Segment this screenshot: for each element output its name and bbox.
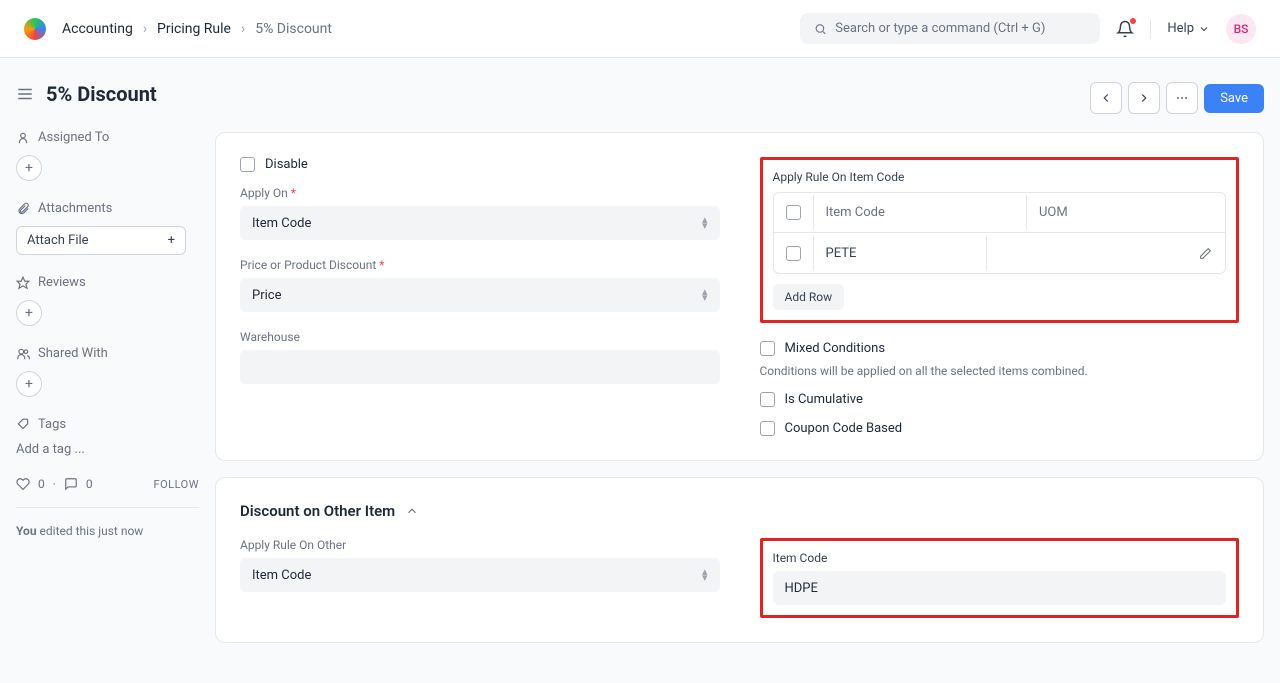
attach-file-button[interactable]: Attach File + (16, 226, 186, 255)
disable-label: Disable (265, 157, 308, 172)
item-code-table: Item Code UOM PETE (773, 192, 1227, 274)
chevron-up-icon (405, 504, 419, 518)
search-icon (814, 22, 827, 36)
add-assignee-button[interactable]: + (16, 155, 42, 181)
table-row[interactable]: PETE (774, 233, 1226, 273)
breadcrumb: Accounting › Pricing Rule › 5% Discount (62, 21, 332, 37)
select-arrows-icon: ▴▾ (702, 289, 708, 301)
apply-on-select[interactable]: Item Code ▴▾ (240, 206, 720, 240)
sidebar: 5% Discount Assigned To + Attachments At… (0, 58, 215, 683)
apply-rule-highlight: Apply Rule On Item Code Item Code UOM PE… (760, 157, 1240, 323)
disable-checkbox[interactable] (240, 157, 255, 172)
main-form-card: Disable Apply On Item Code ▴▾ Price or P… (215, 132, 1264, 461)
dots-icon (1175, 91, 1189, 105)
apply-rule-label: Apply Rule On Item Code (773, 170, 1227, 184)
mixed-conditions-help: Conditions will be applied on all the se… (760, 364, 1240, 378)
search-box[interactable] (800, 13, 1100, 44)
topbar: Accounting › Pricing Rule › 5% Discount … (0, 0, 1280, 58)
breadcrumb-item[interactable]: Pricing Rule (157, 21, 231, 37)
select-arrows-icon: ▴▾ (702, 569, 708, 581)
attachments-label: Attachments (16, 201, 199, 216)
tags-label: Tags (16, 417, 199, 432)
help-menu[interactable]: Help (1167, 21, 1210, 36)
warehouse-input[interactable]: . (240, 350, 720, 384)
col-uom: UOM (1027, 195, 1225, 230)
chevron-right-icon: › (143, 21, 147, 37)
breadcrumb-item: 5% Discount (255, 21, 332, 37)
heart-icon[interactable] (16, 477, 30, 491)
comments-count: 0 (86, 477, 93, 491)
pencil-icon (1199, 247, 1212, 260)
tag-icon (16, 418, 30, 432)
apply-rule-other-label: Apply Rule On Other (240, 538, 720, 552)
next-button[interactable] (1128, 82, 1160, 114)
select-arrows-icon: ▴▾ (702, 217, 708, 229)
add-row-button[interactable]: Add Row (773, 284, 845, 310)
comment-icon[interactable] (64, 477, 78, 491)
search-input[interactable] (835, 21, 1086, 36)
discount-section-title: Discount on Other Item (240, 502, 395, 520)
chevron-left-icon (1099, 91, 1113, 105)
users-icon (16, 347, 30, 361)
item-code-label: Item Code (773, 551, 1227, 565)
item-code-highlight: Item Code HDPE (760, 538, 1240, 618)
chevron-down-icon (1198, 23, 1210, 35)
breadcrumb-item[interactable]: Accounting (62, 21, 133, 37)
table-header-row: Item Code UOM (774, 193, 1226, 233)
user-avatar[interactable]: BS (1226, 14, 1256, 44)
row-edit-button[interactable] (1185, 237, 1225, 270)
add-share-button[interactable]: + (16, 371, 42, 397)
plus-icon: + (168, 233, 175, 248)
chevron-right-icon (1137, 91, 1151, 105)
row-checkbox[interactable] (786, 246, 801, 261)
add-review-button[interactable]: + (16, 300, 42, 326)
divider (1150, 19, 1151, 39)
shared-with-label: Shared With (16, 346, 199, 361)
add-tag-input[interactable]: Add a tag ... (16, 442, 199, 457)
prev-button[interactable] (1090, 82, 1122, 114)
page-title: 5% Discount (46, 82, 157, 106)
reviews-label: Reviews (16, 275, 199, 290)
assigned-to-label: Assigned To (16, 130, 199, 145)
mixed-conditions-checkbox[interactable] (760, 341, 775, 356)
chevron-right-icon: › (241, 21, 245, 37)
user-icon (16, 131, 30, 145)
is-cumulative-checkbox[interactable] (760, 392, 775, 407)
coupon-code-checkbox[interactable] (760, 421, 775, 436)
row-uom[interactable] (987, 243, 1185, 263)
paperclip-icon (16, 202, 30, 216)
item-code-input[interactable]: HDPE (773, 571, 1227, 605)
save-button[interactable]: Save (1204, 84, 1264, 113)
price-or-discount-select[interactable]: Price ▴▾ (240, 278, 720, 312)
mixed-conditions-label: Mixed Conditions (785, 341, 886, 356)
apply-on-label: Apply On (240, 186, 720, 200)
menu-toggle-icon[interactable] (16, 85, 34, 103)
follow-button[interactable]: FOLLOW (154, 478, 199, 491)
collapse-toggle[interactable] (405, 504, 419, 518)
coupon-code-label: Coupon Code Based (785, 421, 903, 436)
row-item-code[interactable]: PETE (814, 236, 988, 271)
warehouse-label: Warehouse (240, 330, 720, 344)
likes-count: 0 (38, 477, 45, 491)
notifications-button[interactable] (1116, 20, 1134, 38)
apply-rule-other-select[interactable]: Item Code ▴▾ (240, 558, 720, 592)
price-or-discount-label: Price or Product Discount (240, 258, 720, 272)
select-all-checkbox[interactable] (786, 205, 801, 220)
discount-other-card: Discount on Other Item Apply Rule On Oth… (215, 477, 1264, 643)
col-item-code: Item Code (814, 195, 1028, 230)
star-icon (16, 276, 30, 290)
logo-icon (24, 18, 46, 40)
edit-info: You edited this just now (16, 522, 199, 540)
more-menu-button[interactable] (1166, 82, 1198, 114)
is-cumulative-label: Is Cumulative (785, 392, 863, 407)
